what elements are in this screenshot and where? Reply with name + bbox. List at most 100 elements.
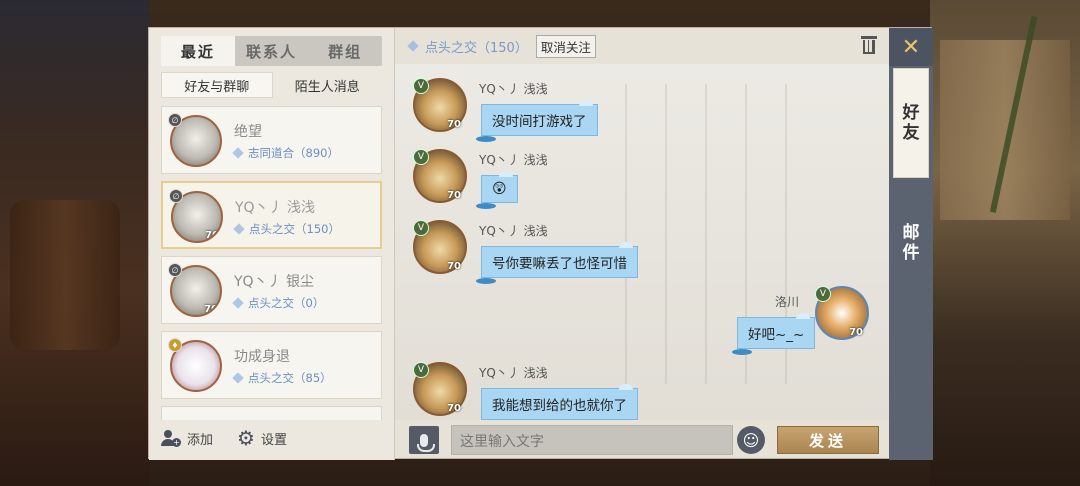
subtab-stranger-messages[interactable]: 陌生人消息 bbox=[273, 72, 383, 98]
chat-window: 最近 联系人 群组 好友与群聊 陌生人消息 ∅ 绝望 志同道合（890） ∅ 7… bbox=[148, 27, 933, 460]
vip-badge-icon: ♦ bbox=[168, 338, 182, 352]
close-button[interactable]: ✕ bbox=[889, 28, 933, 66]
tab-friends-label: 好友 bbox=[902, 103, 920, 143]
chat-messages[interactable]: V 70 YQ丶丿 浅浅 没时间打游戏了 V 70 YQ丶丿 浅浅 😲 V 70 YQ… bbox=[395, 64, 889, 420]
wave-icon bbox=[498, 171, 513, 177]
wave-icon bbox=[619, 384, 633, 390]
wave-icon bbox=[619, 242, 633, 248]
contact-item-selected[interactable]: ∅ 70 YQ丶丿 浅浅 点头之交（150） bbox=[161, 181, 382, 249]
tab-friends[interactable]: 好友 bbox=[893, 68, 929, 178]
trash-icon[interactable] bbox=[861, 36, 877, 54]
contact-item-partial[interactable] bbox=[161, 406, 382, 420]
status-badge-icon: ∅ bbox=[168, 113, 182, 127]
avatar[interactable]: V 70 bbox=[413, 149, 467, 203]
avatar[interactable]: V 70 bbox=[413, 220, 467, 274]
settings-label: 设置 bbox=[260, 432, 287, 448]
contact-relation: 志同道合（890） bbox=[232, 145, 339, 161]
wave-icon bbox=[796, 313, 811, 319]
level-badge: 70 bbox=[447, 261, 461, 272]
gear-icon: ⚙ bbox=[237, 426, 255, 450]
relation-status: 点头之交（150） bbox=[425, 40, 528, 56]
contact-item[interactable]: ∅ 绝望 志同道合（890） bbox=[161, 106, 382, 174]
diamond-icon bbox=[232, 372, 244, 384]
left-footer: + 添加 ⚙ 设置 bbox=[161, 426, 382, 450]
contact-name: YQ丶丿 浅浅 bbox=[235, 200, 316, 216]
contact-relation-text: 点头之交（85） bbox=[248, 371, 332, 385]
message-text: 😲 bbox=[492, 181, 507, 197]
level-badge: 70 bbox=[849, 327, 863, 338]
message-bubble: 😲 bbox=[476, 171, 518, 209]
diamond-icon bbox=[232, 147, 244, 159]
diamond-icon bbox=[407, 40, 419, 52]
sub-tabs: 好友与群聊 陌生人消息 bbox=[161, 72, 382, 98]
main-tabs: 最近 联系人 群组 bbox=[161, 36, 382, 66]
verified-icon: V bbox=[413, 362, 429, 378]
sender-name: YQ丶丿 浅浅 bbox=[479, 82, 548, 96]
tab-mail[interactable]: 邮件 bbox=[893, 198, 929, 288]
contact-item[interactable]: ♦ 功成身退 点头之交（85） bbox=[161, 331, 382, 399]
voice-button[interactable] bbox=[409, 426, 439, 454]
fish-icon bbox=[732, 349, 752, 355]
message-text: 号你要嘛丢了也怪可惜 bbox=[492, 256, 627, 272]
avatar[interactable]: V 70 bbox=[413, 362, 467, 416]
message-bubble: 号你要嘛丢了也怪可惜 bbox=[476, 242, 638, 284]
contact-relation: 点头之交（85） bbox=[232, 370, 332, 386]
background-barrel bbox=[10, 200, 120, 350]
avatar[interactable]: V 70 bbox=[815, 286, 869, 340]
verified-icon: V bbox=[413, 220, 429, 236]
microphone-icon bbox=[417, 433, 435, 452]
emoji-button[interactable]: ☺ bbox=[737, 426, 765, 454]
avatar[interactable]: V 70 bbox=[413, 78, 467, 132]
verified-icon: V bbox=[413, 149, 429, 165]
wave-icon bbox=[578, 100, 593, 106]
unfollow-button[interactable]: 取消关注 bbox=[535, 34, 596, 58]
tab-recent[interactable]: 最近 bbox=[161, 36, 235, 66]
add-user-icon: + bbox=[161, 429, 181, 447]
smiley-icon: ☺ bbox=[742, 430, 760, 450]
fish-icon bbox=[476, 278, 496, 284]
background-left bbox=[0, 0, 150, 486]
level-badge: 70 bbox=[447, 119, 461, 130]
right-rail: ✕ 好友 邮件 bbox=[889, 28, 933, 460]
contact-name: 绝望 bbox=[234, 124, 262, 140]
input-bar: 这里输入文字 ☺ 发送 bbox=[395, 420, 889, 460]
tab-contacts[interactable]: 联系人 bbox=[235, 36, 309, 66]
add-friend-button[interactable]: + 添加 bbox=[161, 429, 213, 448]
verified-icon: V bbox=[413, 78, 429, 94]
settings-button[interactable]: ⚙ 设置 bbox=[237, 428, 287, 448]
contact-relation-text: 点头之交（0） bbox=[248, 296, 325, 310]
contact-relation: 点头之交（150） bbox=[233, 221, 340, 237]
message-text: 没时间打游戏了 bbox=[492, 114, 587, 130]
background-right bbox=[930, 0, 1080, 486]
level-badge: 70 bbox=[447, 403, 461, 414]
sender-name: YQ丶丿 浅浅 bbox=[479, 366, 548, 380]
close-icon: ✕ bbox=[901, 34, 921, 60]
level-badge: 70 bbox=[205, 230, 219, 241]
send-button[interactable]: 发送 bbox=[777, 426, 879, 454]
fish-icon bbox=[476, 203, 496, 209]
status-badge-icon: ∅ bbox=[169, 189, 183, 203]
left-panel: 最近 联系人 群组 好友与群聊 陌生人消息 ∅ 绝望 志同道合（890） ∅ 7… bbox=[149, 28, 395, 460]
message-bubble: 我能想到给的也就你了 bbox=[481, 384, 638, 420]
message-text: 我能想到给的也就你了 bbox=[492, 398, 627, 414]
message-bubble: 没时间打游戏了 bbox=[476, 100, 598, 142]
message-input[interactable]: 这里输入文字 bbox=[451, 425, 733, 455]
diamond-icon bbox=[233, 223, 245, 235]
contact-name: 功成身退 bbox=[234, 349, 290, 365]
verified-icon: V bbox=[815, 286, 831, 302]
level-badge: 70 bbox=[204, 304, 218, 315]
chat-header: 点头之交（150） 取消关注 bbox=[395, 28, 889, 64]
sender-name: YQ丶丿 浅浅 bbox=[479, 224, 548, 238]
message-bubble: 好吧~_~ bbox=[732, 313, 816, 355]
tab-groups[interactable]: 群组 bbox=[308, 36, 382, 66]
level-badge: 70 bbox=[447, 190, 461, 201]
status-badge-icon: ∅ bbox=[168, 263, 182, 277]
subtab-friends-groups[interactable]: 好友与群聊 bbox=[161, 72, 273, 98]
contact-item[interactable]: ∅ 70 YQ丶丿 银尘 点头之交（0） bbox=[161, 256, 382, 324]
contact-relation-text: 点头之交（150） bbox=[249, 222, 340, 236]
contact-name: YQ丶丿 银尘 bbox=[234, 274, 315, 290]
contact-list: ∅ 绝望 志同道合（890） ∅ 70 YQ丶丿 浅浅 点头之交（150） ∅ … bbox=[161, 106, 382, 420]
contact-relation: 点头之交（0） bbox=[232, 295, 325, 311]
sender-name: YQ丶丿 浅浅 bbox=[479, 153, 548, 167]
fish-icon bbox=[476, 136, 496, 142]
